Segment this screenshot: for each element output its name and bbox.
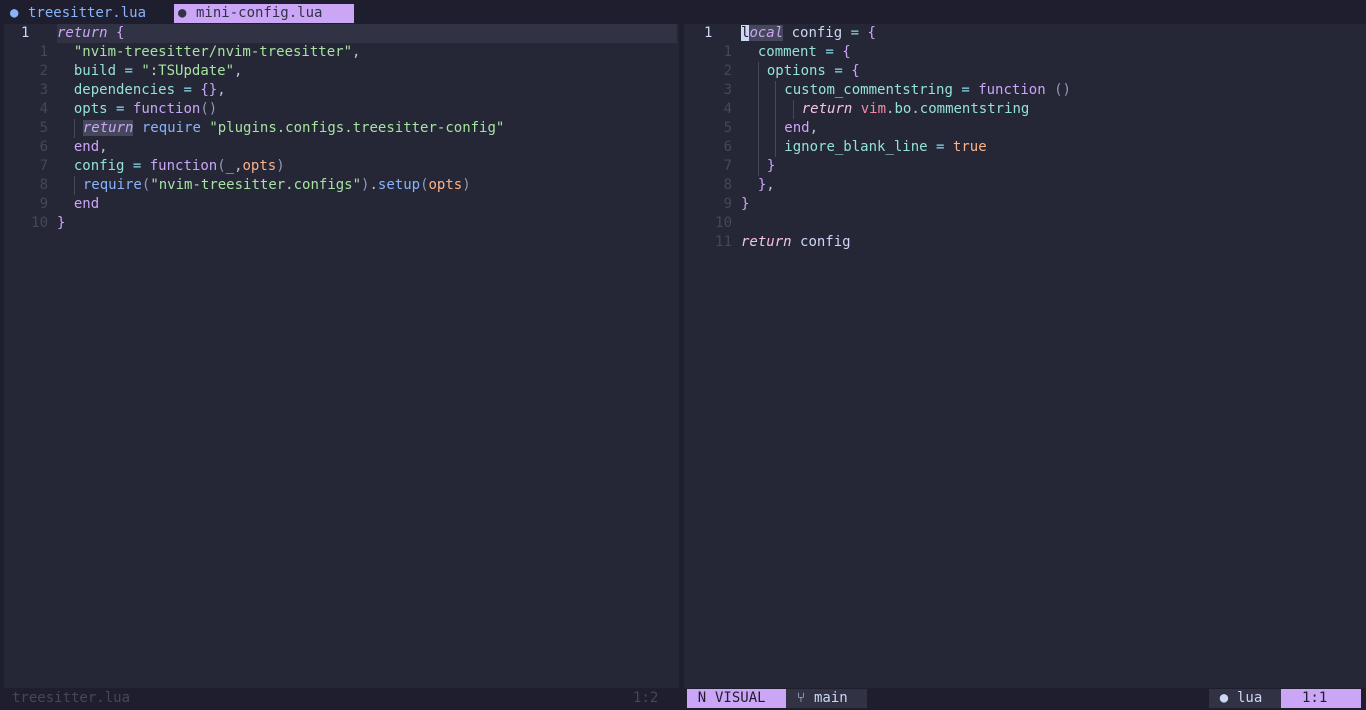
line-number: 9 bbox=[723, 196, 732, 212]
code-text: } bbox=[741, 196, 750, 212]
code-line: 9 end bbox=[4, 195, 679, 214]
code-line: 8 }, bbox=[684, 176, 1366, 195]
tab-treesitter-lua[interactable]: ● treesitter.lua bbox=[8, 4, 174, 23]
code-text: dependencies = {}, bbox=[73, 82, 226, 98]
git-branch-icon: ⑂ bbox=[796, 690, 806, 706]
code-text: } bbox=[741, 157, 775, 176]
code-line: 7 config = function(_,opts) bbox=[4, 157, 679, 176]
line-number: 10 bbox=[715, 215, 732, 231]
filetype-label: lua bbox=[1237, 690, 1263, 706]
code-text: custom_commentstring = function () bbox=[741, 81, 1071, 100]
code-text: return { bbox=[57, 24, 677, 43]
line-number: 5 bbox=[723, 120, 732, 136]
code-text: } bbox=[57, 215, 66, 231]
code-text: local config = { bbox=[741, 25, 876, 41]
code-line: 10 bbox=[684, 214, 1366, 233]
line-number: 7 bbox=[723, 158, 732, 174]
text-cursor: l bbox=[741, 25, 750, 41]
line-number: 3 bbox=[723, 82, 732, 98]
line-number: 6 bbox=[39, 139, 48, 155]
line-number: 8 bbox=[39, 177, 48, 193]
code-line: 2 build = ":TSUpdate", bbox=[4, 62, 679, 81]
line-number: 4 bbox=[39, 101, 48, 117]
code-line: 10 } bbox=[4, 214, 679, 233]
code-line: 1 "nvim-treesitter/nvim-treesitter", bbox=[4, 43, 679, 62]
tabline: ● treesitter.lua ● mini-config.lua bbox=[0, 0, 1366, 24]
editor-window-left[interactable]: 1 return { 1 "nvim-treesitter/nvim-trees… bbox=[4, 24, 679, 688]
mode-label: VISUAL bbox=[715, 690, 766, 706]
line-number: 4 bbox=[723, 101, 732, 117]
code-text: return require "plugins.configs.treesitt… bbox=[57, 119, 504, 138]
inactive-window-filename: treesitter.lua bbox=[12, 690, 131, 706]
neovim-icon: N bbox=[697, 690, 707, 706]
line-number: 6 bbox=[723, 139, 732, 155]
cursor-word: local bbox=[741, 25, 784, 41]
line-number: 5 bbox=[39, 120, 48, 136]
code-line: 2 options = { bbox=[684, 62, 1366, 81]
code-text: end bbox=[73, 196, 100, 212]
code-line: 6 ignore_blank_line = true bbox=[684, 138, 1366, 157]
filetype-indicator: ● lua bbox=[1209, 689, 1281, 708]
line-number: 1 bbox=[723, 44, 732, 60]
code-line: 3 dependencies = {}, bbox=[4, 81, 679, 100]
cursor-position-label: 1:1 bbox=[1301, 690, 1328, 706]
code-text: config = function(_,opts) bbox=[73, 158, 285, 174]
code-text: ignore_blank_line = true bbox=[741, 138, 987, 157]
line-number: 8 bbox=[723, 177, 732, 193]
line-number: 1 bbox=[39, 44, 48, 60]
code-line: 4 opts = function() bbox=[4, 100, 679, 119]
code-line: 6 end, bbox=[4, 138, 679, 157]
cursor-position: 1:1 bbox=[1281, 689, 1361, 708]
tab-label: mini-config.lua bbox=[196, 5, 323, 21]
code-line: 8 require("nvim-treesitter.configs").set… bbox=[4, 176, 679, 195]
branch-label: main bbox=[814, 690, 848, 706]
tab-label: treesitter.lua bbox=[28, 5, 147, 21]
tab-mini-config-lua[interactable]: ● mini-config.lua bbox=[174, 4, 354, 23]
line-number: 7 bbox=[39, 158, 48, 174]
line-number: 11 bbox=[715, 234, 732, 250]
line-number: 3 bbox=[39, 82, 48, 98]
code-text: require("nvim-treesitter.configs").setup… bbox=[57, 176, 471, 195]
editor-window-right[interactable]: 1 local config = { 1 comment = { 2 optio… bbox=[684, 24, 1366, 688]
code-line: 3 custom_commentstring = function () bbox=[684, 81, 1366, 100]
code-text: opts = function() bbox=[73, 101, 218, 117]
code-text: build = ":TSUpdate", bbox=[73, 63, 243, 79]
git-branch: ⑂ main bbox=[786, 689, 867, 708]
code-line: 7 } bbox=[684, 157, 1366, 176]
line-number: 2 bbox=[39, 63, 48, 79]
code-text: options = { bbox=[741, 62, 860, 81]
code-line: 1 return { bbox=[4, 24, 679, 43]
code-text: end, bbox=[741, 119, 818, 138]
lua-file-icon: ● bbox=[10, 5, 19, 21]
line-number: 9 bbox=[39, 196, 48, 212]
code-line: 5 return require "plugins.configs.treesi… bbox=[4, 119, 679, 138]
code-line: 9 } bbox=[684, 195, 1366, 214]
mode-indicator: N VISUAL bbox=[687, 689, 786, 708]
code-line: 4 return vim.bo.commentstring bbox=[684, 100, 1366, 119]
lua-file-icon: ● bbox=[178, 5, 187, 21]
code-line: 11 return config bbox=[684, 233, 1366, 252]
code-text: return vim.bo.commentstring bbox=[741, 100, 1029, 119]
code-text: return config bbox=[741, 234, 851, 250]
line-number: 10 bbox=[31, 215, 48, 231]
statusline: treesitter.lua 1:2 N VISUAL ⑂ main ● lua 1:… bbox=[0, 688, 1366, 710]
code-text: comment = { bbox=[757, 44, 851, 60]
code-text: }, bbox=[757, 177, 775, 193]
code-text: "nvim-treesitter/nvim-treesitter", bbox=[73, 44, 361, 60]
code-line: 1 local config = { bbox=[684, 24, 1366, 43]
line-number: 2 bbox=[723, 63, 732, 79]
inactive-window-position: 1:2 bbox=[633, 690, 659, 706]
code-line: 5 end, bbox=[684, 119, 1366, 138]
code-line: 1 comment = { bbox=[684, 43, 1366, 62]
lua-file-icon: ● bbox=[1219, 690, 1229, 706]
code-text: end, bbox=[73, 139, 108, 155]
